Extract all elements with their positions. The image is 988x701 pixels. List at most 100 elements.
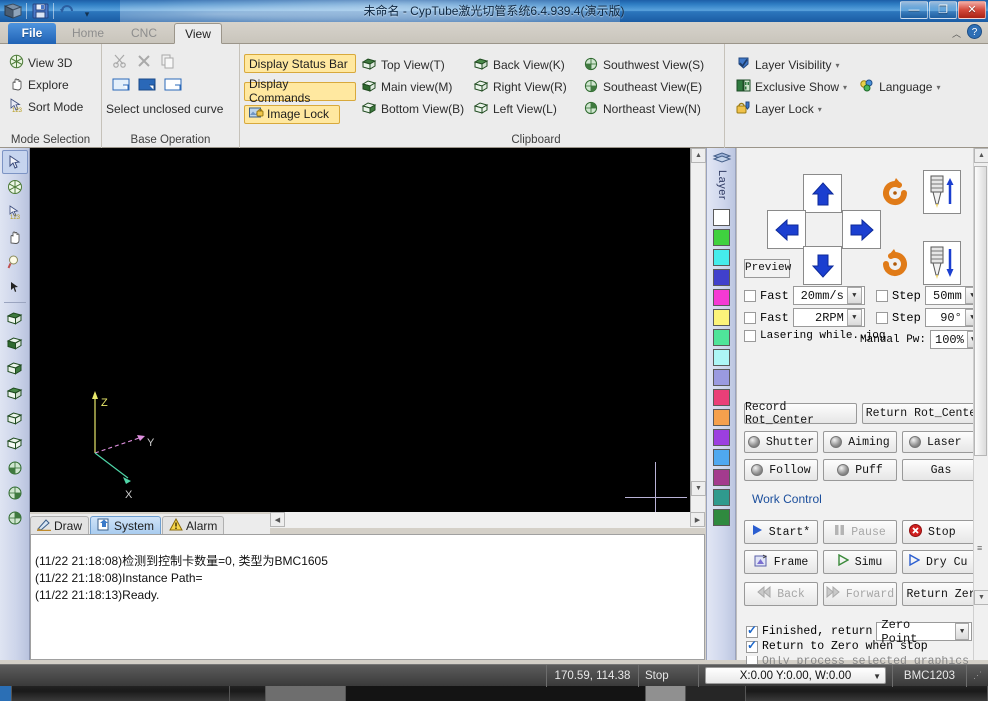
tab-system[interactable]: System <box>90 516 162 534</box>
resize-grip-icon[interactable]: ⋰ <box>966 664 988 687</box>
tool-right-view[interactable] <box>2 406 28 430</box>
tool-small-pointer[interactable] <box>2 275 28 299</box>
follow-toggle-button[interactable]: Follow <box>744 459 818 481</box>
step-checkbox[interactable] <box>876 289 888 302</box>
layer-swatch[interactable] <box>712 509 730 526</box>
tool-top-view[interactable] <box>2 306 28 330</box>
pause-button[interactable]: Pause <box>823 520 897 544</box>
scroll-right-arrow-icon[interactable]: ▶ <box>690 512 705 527</box>
chevron-down-icon[interactable]: ▾ <box>835 61 839 70</box>
chevron-down-icon[interactable]: ▾ <box>843 83 847 92</box>
start-button[interactable]: Start* <box>744 520 818 544</box>
layer-swatch[interactable] <box>712 229 730 246</box>
scroll-up-arrow-icon[interactable]: ▲ <box>691 148 706 163</box>
layer-swatch[interactable] <box>712 309 730 326</box>
ribbon-item-explore[interactable]: Explore <box>6 74 86 96</box>
tool-view-3d[interactable] <box>2 175 28 199</box>
jog-up-button[interactable] <box>803 174 842 213</box>
record-rot-center-button[interactable]: Record Rot_Center <box>744 401 857 427</box>
help-icon[interactable]: ? <box>967 24 982 42</box>
finished-return-checkbox[interactable] <box>746 623 758 638</box>
tool-left-view[interactable] <box>2 431 28 455</box>
copy-icon[interactable] <box>160 53 176 72</box>
image-lock-button[interactable]: Image Lock <box>244 104 340 124</box>
ribbon-item-right-view[interactable]: Right View(R) <box>470 76 570 98</box>
chevron-down-icon[interactable]: ▼ <box>846 287 862 304</box>
layer-swatch[interactable] <box>712 489 730 506</box>
return-zero-button[interactable]: Return Zer <box>902 582 980 606</box>
tab-home[interactable]: Home <box>60 23 116 44</box>
ribbon-item-layer-visibility[interactable]: Layer Visibility ▾ <box>733 54 943 76</box>
viewport-horizontal-scrollbar[interactable]: ◀ ▶ <box>270 512 705 528</box>
layer-swatch[interactable] <box>712 429 730 446</box>
panel-scroll-up-icon[interactable]: ▲ <box>974 148 988 163</box>
layer-swatch[interactable] <box>712 249 730 266</box>
puff-toggle-button[interactable]: Puff <box>823 459 897 481</box>
tool-hand-pan[interactable] <box>2 225 28 249</box>
control-panel-scrollbar[interactable]: ▲ ≡ ▼ <box>973 148 988 660</box>
log-output-panel[interactable]: (11/22 21:18:08)检测到控制卡数量=0, 类型为BMC1605 (… <box>30 534 705 660</box>
drawing-viewport[interactable]: Z Y X <box>30 148 690 512</box>
chevron-down-icon[interactable]: ▼ <box>954 623 970 640</box>
step-angle-checkbox[interactable] <box>876 311 888 324</box>
minimize-button[interactable]: — <box>900 1 928 19</box>
collapse-ribbon-icon[interactable]: ︿ <box>952 27 961 40</box>
delete-icon[interactable] <box>136 53 152 72</box>
tool-southeast-view[interactable] <box>2 481 28 505</box>
display-status-bar-button[interactable]: Display Status Bar <box>244 54 356 73</box>
scroll-left-arrow-icon[interactable]: ◀ <box>270 512 285 527</box>
save-icon[interactable] <box>29 1 51 21</box>
cut-icon[interactable] <box>112 53 128 72</box>
tool-southwest-view[interactable] <box>2 456 28 480</box>
layer-swatch[interactable] <box>712 389 730 406</box>
gas-toggle-button[interactable]: Gas <box>902 459 980 481</box>
tab-alarm[interactable]: Alarm <box>162 516 225 534</box>
lasering-while-jog-checkbox[interactable] <box>744 330 756 342</box>
position-combo[interactable]: X:0.00 Y:0.00, W:0.00 ▼ <box>705 667 886 684</box>
scroll-down-arrow-icon[interactable]: ▼ <box>691 481 706 496</box>
dry-cut-button[interactable]: Dry Cu <box>902 550 980 574</box>
ribbon-item-northeast-view[interactable]: Northeast View(N) <box>580 98 707 120</box>
fast-speed-checkbox[interactable] <box>744 289 756 302</box>
viewport-vertical-scrollbar[interactable]: ▲ ▼ <box>690 148 706 512</box>
tab-view[interactable]: View <box>174 23 222 44</box>
layer-swatch[interactable] <box>712 209 730 226</box>
simu-button[interactable]: Simu <box>823 550 897 574</box>
layer-swatch[interactable] <box>712 329 730 346</box>
qat-dropdown-icon[interactable]: ▾ <box>80 2 94 20</box>
ribbon-item-top-view[interactable]: Top View(T) <box>358 54 467 76</box>
layer-swatch[interactable] <box>712 369 730 386</box>
chevron-down-icon[interactable]: ▾ <box>818 105 822 114</box>
return-zero-on-stop-checkbox[interactable] <box>746 638 758 653</box>
ribbon-item-layer-lock[interactable]: Layer Lock ▾ <box>733 98 943 120</box>
back-button[interactable]: Back <box>744 582 818 606</box>
layer-swatch[interactable] <box>712 469 730 486</box>
z-up-button[interactable] <box>923 170 961 214</box>
ribbon-item-view-3d[interactable]: View 3D <box>6 52 86 74</box>
ribbon-item-back-view[interactable]: Back View(K) <box>470 54 570 76</box>
tab-draw[interactable]: Draw <box>30 516 90 534</box>
jog-down-button[interactable] <box>803 246 842 285</box>
ribbon-item-sort-mode[interactable]: 123 Sort Mode <box>6 96 86 118</box>
select-inverse-icon[interactable] <box>138 77 156 95</box>
tool-sort-mode[interactable]: 123 <box>2 200 28 224</box>
app-logo-icon[interactable] <box>2 1 24 21</box>
ribbon-item-left-view[interactable]: Left View(L) <box>470 98 570 120</box>
rotate-ccw-button[interactable] <box>875 173 915 213</box>
tool-back-view[interactable] <box>2 381 28 405</box>
undo-icon[interactable] <box>56 1 78 21</box>
tool-northeast-view[interactable] <box>2 506 28 530</box>
tool-zoom[interactable] <box>2 250 28 274</box>
forward-button[interactable]: Forward <box>823 582 897 606</box>
tool-pointer-select[interactable] <box>1 150 28 174</box>
z-down-button[interactable] <box>923 241 961 285</box>
rotate-cw-button[interactable] <box>875 244 915 284</box>
preview-button[interactable]: Preview <box>744 259 791 278</box>
ribbon-item-main-view[interactable]: Main view(M) <box>358 76 467 98</box>
ribbon-label-select-unclosed-curve[interactable]: Select unclosed curve <box>106 102 223 116</box>
speed-value-combo[interactable]: 20mm/s ▼ <box>792 286 865 305</box>
ribbon-item-exclusive-show[interactable]: Exclusive Show ▾ <box>733 76 850 98</box>
laser-toggle-button[interactable]: Laser <box>902 431 980 453</box>
layer-swatch[interactable] <box>712 269 730 286</box>
close-button[interactable]: ✕ <box>958 1 986 19</box>
